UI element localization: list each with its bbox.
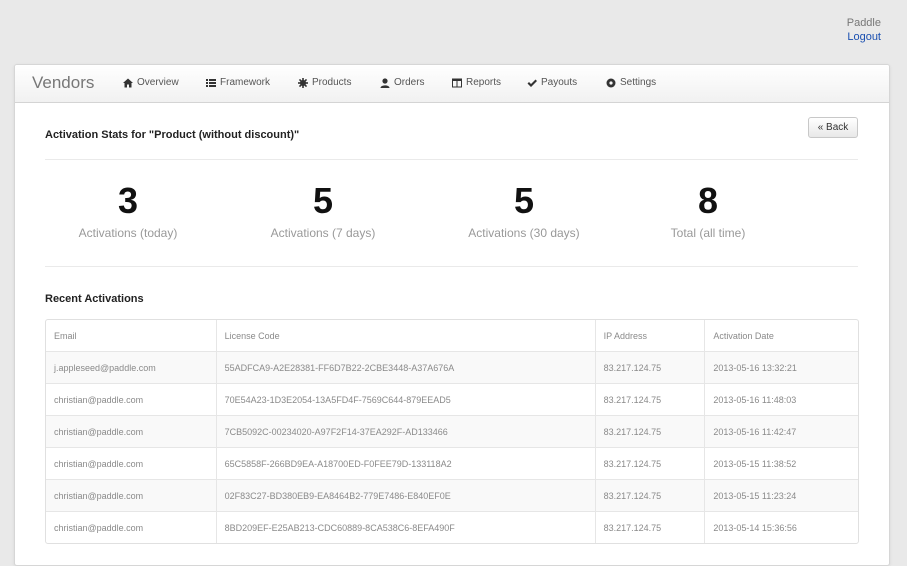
home-icon bbox=[123, 78, 133, 87]
main-panel: Vendors Overview Framework Products Orde… bbox=[14, 64, 890, 566]
cell-ip-address: 83.217.124.75 bbox=[594, 511, 705, 543]
cell-email: christian@paddle.com bbox=[46, 383, 216, 415]
list-icon bbox=[206, 78, 216, 87]
column-header-email[interactable]: Email bbox=[46, 320, 216, 351]
nav-payouts-label: Payouts bbox=[541, 77, 578, 88]
nav-reports[interactable]: Reports bbox=[452, 77, 501, 88]
stat-activations-today: 3 Activations (today) bbox=[28, 180, 228, 241]
navbar: Vendors Overview Framework Products Orde… bbox=[15, 65, 889, 103]
stat-label: Total (all time) bbox=[670, 226, 746, 240]
cell-license-code: 65C5858F-266BD9EA-A18700ED-F0FEE79D-1331… bbox=[215, 447, 595, 479]
logout-link[interactable]: Logout bbox=[847, 30, 881, 44]
stat-value: 3 bbox=[117, 180, 139, 221]
cell-license-code: 02F83C27-BD380EB9-EA8464B2-779E7486-E840… bbox=[215, 479, 595, 511]
account-name: Paddle bbox=[846, 17, 881, 29]
nav-settings-label: Settings bbox=[620, 77, 657, 88]
recent-activations-title: Recent Activations bbox=[45, 293, 144, 305]
stat-label: Activations (7 days) bbox=[270, 226, 376, 240]
user-icon bbox=[380, 77, 390, 88]
nav-framework-label: Framework bbox=[220, 77, 271, 88]
cell-activation-date: 2013-05-16 13:32:21 bbox=[704, 351, 858, 383]
cell-email: christian@paddle.com bbox=[46, 415, 216, 447]
stat-label: Activations (30 days) bbox=[468, 226, 580, 240]
cell-email: christian@paddle.com bbox=[46, 447, 216, 479]
nav-products-label: Products bbox=[312, 77, 352, 88]
cell-license-code: 55ADFCA9-A2E28381-FF6D7B22-2CBE3448-A37A… bbox=[215, 351, 595, 383]
stat-total-all-time: 8 Total (all time) bbox=[608, 180, 808, 241]
table-row: christian@paddle.com 65C5858F-266BD9EA-A… bbox=[46, 447, 858, 479]
column-header-license-code[interactable]: License Code bbox=[215, 320, 595, 351]
cell-email: christian@paddle.com bbox=[46, 511, 216, 543]
nav-overview-label: Overview bbox=[137, 77, 179, 88]
table-row: christian@paddle.com 02F83C27-BD380EB9-E… bbox=[46, 479, 858, 511]
stat-value: 5 bbox=[513, 180, 535, 221]
cell-ip-address: 83.217.124.75 bbox=[594, 351, 705, 383]
column-header-activation-date[interactable]: Activation Date bbox=[704, 320, 858, 351]
table-icon bbox=[452, 78, 462, 87]
cell-license-code: 8BD209EF-E25AB213-CDC60889-8CA538C6-8EFA… bbox=[215, 511, 595, 543]
cell-activation-date: 2013-05-15 11:38:52 bbox=[704, 447, 858, 479]
cell-email: christian@paddle.com bbox=[46, 479, 216, 511]
back-button[interactable]: « Back bbox=[808, 117, 858, 138]
account-area: Paddle Logout bbox=[847, 16, 881, 44]
table-row: christian@paddle.com 8BD209EF-E25AB213-C… bbox=[46, 511, 858, 543]
gear-icon bbox=[298, 77, 308, 88]
divider bbox=[45, 266, 858, 267]
cell-license-code: 7CB5092C-00234020-A97F2F14-37EA292F-AD13… bbox=[215, 415, 595, 447]
cell-license-code: 70E54A23-1D3E2054-13A5FD4F-7569C644-879E… bbox=[215, 383, 595, 415]
table-row: christian@paddle.com 70E54A23-1D3E2054-1… bbox=[46, 383, 858, 415]
nav-overview[interactable]: Overview bbox=[123, 77, 179, 88]
page-title: Activation Stats for "Product (without d… bbox=[45, 129, 300, 141]
nav-reports-label: Reports bbox=[466, 77, 502, 88]
nav-orders-label: Orders bbox=[394, 77, 425, 88]
cell-activation-date: 2013-05-15 11:23:24 bbox=[704, 479, 858, 511]
table-row: j.appleseed@paddle.com 55ADFCA9-A2E28381… bbox=[46, 351, 858, 383]
cell-ip-address: 83.217.124.75 bbox=[594, 415, 705, 447]
stat-value: 5 bbox=[312, 180, 334, 221]
nav-settings[interactable]: Settings bbox=[606, 77, 656, 88]
nav-orders[interactable]: Orders bbox=[380, 77, 425, 88]
cell-ip-address: 83.217.124.75 bbox=[594, 447, 705, 479]
nav-payouts[interactable]: Payouts bbox=[527, 77, 577, 88]
cell-activation-date: 2013-05-14 15:36:56 bbox=[704, 511, 858, 543]
stat-label: Activations (today) bbox=[78, 226, 178, 240]
table-row: christian@paddle.com 7CB5092C-00234020-A… bbox=[46, 415, 858, 447]
cell-activation-date: 2013-05-16 11:48:03 bbox=[704, 383, 858, 415]
check-icon bbox=[527, 79, 537, 87]
nav-framework[interactable]: Framework bbox=[206, 77, 270, 88]
brand-title[interactable]: Vendors bbox=[32, 73, 94, 93]
stat-value: 8 bbox=[697, 180, 719, 221]
table-header-row: Email License Code IP Address Activation… bbox=[46, 320, 858, 351]
stat-activations-30-days: 5 Activations (30 days) bbox=[424, 180, 624, 241]
activations-table: Email License Code IP Address Activation… bbox=[45, 319, 859, 544]
cell-ip-address: 83.217.124.75 bbox=[594, 479, 705, 511]
stat-activations-7-days: 5 Activations (7 days) bbox=[223, 180, 423, 241]
top-bar: Paddle Logout bbox=[0, 0, 907, 64]
column-header-ip-address[interactable]: IP Address bbox=[594, 320, 705, 351]
cell-email: j.appleseed@paddle.com bbox=[46, 351, 216, 383]
cog-icon bbox=[606, 78, 616, 87]
cell-activation-date: 2013-05-16 11:42:47 bbox=[704, 415, 858, 447]
cell-ip-address: 83.217.124.75 bbox=[594, 383, 705, 415]
nav-products[interactable]: Products bbox=[298, 77, 351, 88]
divider bbox=[45, 159, 858, 160]
